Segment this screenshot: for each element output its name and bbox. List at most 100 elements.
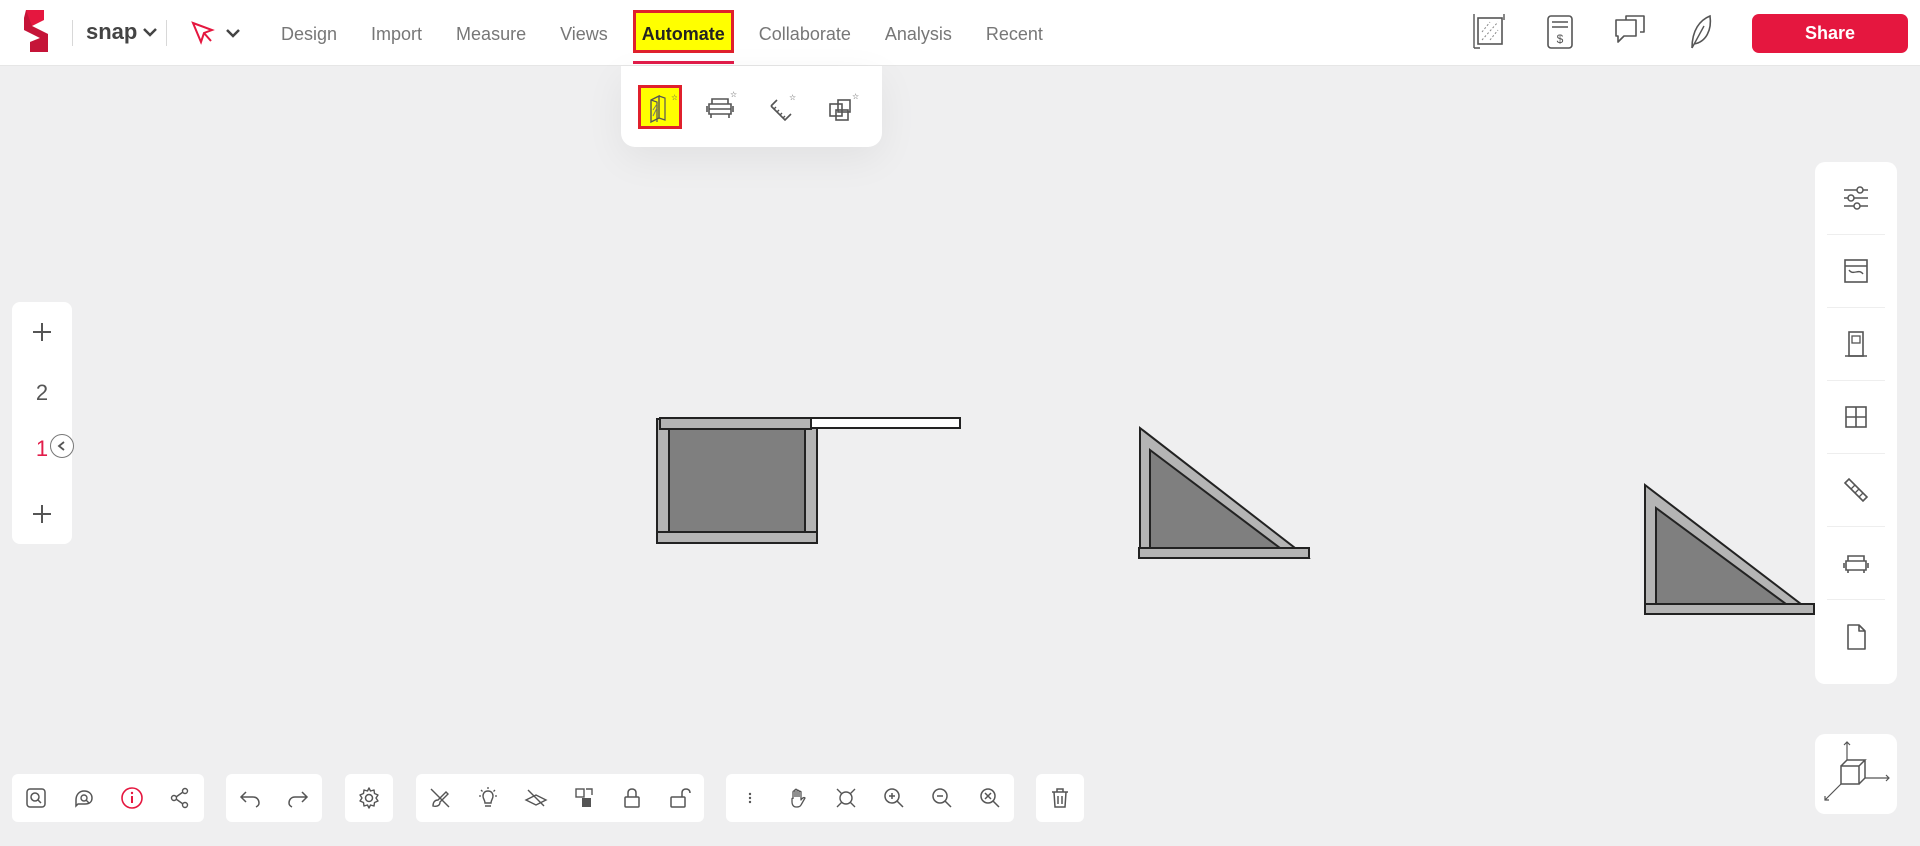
select-tool-dropdown[interactable]: [190, 20, 240, 46]
hide-layer-icon: [524, 789, 548, 807]
redo-button[interactable]: [274, 774, 322, 822]
pan-hand-icon: [791, 788, 806, 808]
auto-furnish-icon: ☆: [706, 90, 737, 118]
floor-levels-panel: 2 1: [12, 302, 72, 544]
share-button[interactable]: Share: [1752, 14, 1908, 53]
comments-icon[interactable]: [1612, 12, 1648, 52]
auto-furnish-button[interactable]: ☆: [699, 85, 743, 129]
zoom-in-icon: [884, 788, 904, 808]
more-vertical-icon: [748, 792, 752, 804]
menu-design[interactable]: Design: [264, 0, 354, 66]
auto-rooms-button[interactable]: ☆: [821, 85, 865, 129]
brand-label: snap: [86, 19, 138, 44]
door-icon: [1845, 331, 1867, 357]
svg-text:☆: ☆: [730, 90, 737, 99]
top-right-tools: $: [1472, 12, 1788, 52]
zoom-fit-icon: [836, 788, 856, 808]
active-underline: [632, 61, 734, 64]
plus-icon: [33, 323, 51, 341]
undo-icon: [239, 791, 260, 808]
furniture-icon: [1843, 555, 1869, 573]
zoom-out-icon: [932, 788, 952, 808]
lock-button[interactable]: [608, 774, 656, 822]
settings-button[interactable]: [345, 774, 393, 822]
menu-measure[interactable]: Measure: [439, 0, 543, 66]
bottom-toolbar-group-5: [726, 774, 1014, 822]
brush-off-button[interactable]: [416, 774, 464, 822]
settings-gear-icon: [359, 787, 379, 809]
chevron-down-icon: [226, 29, 240, 38]
eco-leaf-icon[interactable]: [1682, 12, 1718, 52]
menu-import[interactable]: Import: [354, 0, 439, 66]
add-floor-below-button[interactable]: [12, 494, 72, 534]
materials-icon: [1844, 259, 1868, 283]
share-node-icon: [170, 787, 189, 809]
svg-text:☆: ☆: [789, 93, 796, 102]
group-objects-icon: [575, 788, 593, 807]
add-floor-above-button[interactable]: [12, 312, 72, 352]
bottom-toolbar-group-6: [1036, 774, 1084, 822]
search-comment-icon: [75, 790, 93, 808]
auto-walls-icon: ☆: [650, 93, 677, 123]
auto-walls-button[interactable]: ☆: [638, 84, 682, 129]
project-selector[interactable]: snap: [86, 19, 158, 45]
door-button[interactable]: [1827, 308, 1885, 381]
auto-dimension-icon: ☆: [770, 93, 796, 121]
top-bar: snap Design Import Measure Views Automat…: [0, 0, 1920, 66]
right-side-panel: [1815, 162, 1897, 684]
lock-icon: [624, 788, 640, 808]
window-button[interactable]: [1827, 381, 1885, 454]
menu-analysis[interactable]: Analysis: [868, 0, 969, 66]
area-measure-icon[interactable]: [1472, 12, 1508, 52]
settings-sliders-button[interactable]: [1827, 162, 1885, 235]
bottom-toolbar-group-2: [226, 774, 322, 822]
hide-layer-button[interactable]: [512, 774, 560, 822]
divider: [166, 20, 167, 46]
svg-text:☆: ☆: [671, 93, 677, 102]
unlock-icon: [670, 788, 691, 808]
info-button[interactable]: [108, 774, 156, 822]
menu-automate[interactable]: Automate: [625, 0, 742, 66]
settings-sliders-icon: [1844, 186, 1868, 210]
more-options-button[interactable]: [726, 774, 774, 822]
bottom-toolbar-group-1: [12, 774, 204, 822]
delete-trash-icon: [1052, 788, 1068, 808]
zoom-in-button[interactable]: [870, 774, 918, 822]
share-node-button[interactable]: [156, 774, 204, 822]
snap-logo-icon[interactable]: [18, 6, 56, 58]
3d-axis-cube-icon: [1824, 741, 1890, 801]
view-cube-gizmo[interactable]: [1815, 734, 1897, 814]
tools-icon: [1843, 477, 1869, 503]
menu-views[interactable]: Views: [543, 0, 625, 66]
pan-hand-button[interactable]: [774, 774, 822, 822]
delete-button[interactable]: [1036, 774, 1084, 822]
floor-level-2[interactable]: 2: [12, 380, 72, 406]
light-icon: [479, 787, 497, 807]
bottom-toolbar-group-4: [416, 774, 704, 822]
light-button[interactable]: [464, 774, 512, 822]
menu-recent[interactable]: Recent: [969, 0, 1060, 66]
unlock-button[interactable]: [656, 774, 704, 822]
furniture-button[interactable]: [1827, 527, 1885, 600]
tools-button[interactable]: [1827, 454, 1885, 527]
zoom-reset-icon: [980, 788, 1000, 808]
zoom-out-button[interactable]: [918, 774, 966, 822]
menu-collaborate[interactable]: Collaborate: [742, 0, 868, 66]
document-button[interactable]: [1827, 600, 1885, 673]
zoom-selection-button[interactable]: [12, 774, 60, 822]
materials-button[interactable]: [1827, 235, 1885, 308]
cost-estimate-icon[interactable]: $: [1542, 12, 1578, 52]
search-comment-button[interactable]: [60, 774, 108, 822]
auto-dimension-button[interactable]: ☆: [760, 85, 804, 129]
auto-rooms-icon: ☆: [829, 92, 859, 121]
zoom-reset-button[interactable]: [966, 774, 1014, 822]
zoom-fit-button[interactable]: [822, 774, 870, 822]
main-menu: Design Import Measure Views Automate Col…: [264, 0, 1060, 66]
group-objects-button[interactable]: [560, 774, 608, 822]
window-icon: [1845, 406, 1867, 428]
undo-button[interactable]: [226, 774, 274, 822]
collapse-floors-button[interactable]: [50, 434, 74, 458]
svg-text:☆: ☆: [852, 92, 859, 101]
triangle-room-1: [1138, 425, 1311, 559]
chevron-down-icon: [143, 28, 158, 37]
